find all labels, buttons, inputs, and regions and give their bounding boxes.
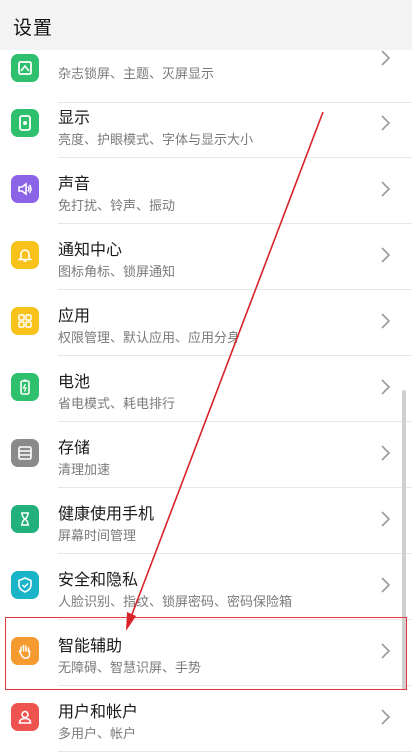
settings-item-users-accounts[interactable]: 用户和帐户 多用户、帐户 bbox=[0, 686, 412, 752]
bell-icon bbox=[11, 241, 39, 269]
settings-item-apps[interactable]: 应用 权限管理、默认应用、应用分身 bbox=[0, 290, 412, 356]
apps-icon bbox=[11, 307, 39, 335]
settings-item-title: 存储 bbox=[58, 438, 91, 457]
app-header: 设置 bbox=[0, 0, 412, 50]
settings-item-subtitle: 省电模式、耗电排行 bbox=[58, 397, 176, 412]
hourglass-icon bbox=[11, 505, 39, 533]
chevron-right-icon bbox=[381, 577, 391, 593]
settings-item-subtitle: 亮度、护眼模式、字体与显示大小 bbox=[58, 133, 254, 148]
settings-item-storage[interactable]: 存储 清理加速 bbox=[0, 422, 412, 488]
battery-icon bbox=[11, 373, 39, 401]
storage-icon bbox=[11, 439, 39, 467]
settings-item-subtitle: 杂志锁屏、主题、灭屏显示 bbox=[58, 67, 215, 82]
chevron-right-icon bbox=[381, 643, 391, 659]
theme-icon bbox=[11, 54, 39, 82]
chevron-right-icon bbox=[381, 181, 391, 197]
chevron-right-icon bbox=[381, 50, 391, 66]
settings-item-title: 显示 bbox=[58, 108, 91, 127]
settings-item-subtitle: 权限管理、默认应用、应用分身 bbox=[58, 331, 241, 346]
settings-item-title: 通知中心 bbox=[58, 240, 123, 259]
settings-item-title: 健康使用手机 bbox=[58, 504, 155, 523]
settings-item-subtitle: 清理加速 bbox=[58, 463, 111, 478]
shield-icon bbox=[11, 571, 39, 599]
settings-item-title: 声音 bbox=[58, 174, 91, 193]
divider bbox=[58, 751, 412, 752]
page-title: 设置 bbox=[13, 17, 54, 39]
settings-item-subtitle: 无障碍、智慧识屏、手势 bbox=[58, 661, 202, 676]
chevron-right-icon bbox=[381, 445, 391, 461]
settings-item-security[interactable]: 安全和隐私 人脸识别、指纹、锁屏密码、密码保险箱 bbox=[0, 554, 412, 620]
chevron-right-icon bbox=[381, 115, 391, 131]
settings-item-notifications[interactable]: 通知中心 图标角标、锁屏通知 bbox=[0, 224, 412, 290]
settings-item-title: 电池 bbox=[58, 372, 91, 391]
settings-list: 杂志锁屏、主题、灭屏显示 显示 亮度、护眼模式、字体与显示大小 声音 免打扰、铃… bbox=[0, 0, 412, 754]
settings-item-battery[interactable]: 电池 省电模式、耗电排行 bbox=[0, 356, 412, 422]
settings-item-title: 用户和帐户 bbox=[58, 702, 139, 721]
settings-item-title: 安全和隐私 bbox=[58, 570, 139, 589]
settings-item-subtitle: 免打扰、铃声、振动 bbox=[58, 199, 176, 214]
settings-item-subtitle: 屏幕时间管理 bbox=[58, 529, 137, 544]
chevron-right-icon bbox=[381, 313, 391, 329]
chevron-right-icon bbox=[381, 247, 391, 263]
chevron-right-icon bbox=[381, 511, 391, 527]
settings-item-display[interactable]: 显示 亮度、护眼模式、字体与显示大小 bbox=[0, 92, 412, 158]
sound-icon bbox=[11, 175, 39, 203]
user-icon bbox=[11, 703, 39, 731]
settings-item-title: 智能辅助 bbox=[58, 636, 123, 655]
settings-item-subtitle: 图标角标、锁屏通知 bbox=[58, 265, 176, 280]
chevron-right-icon bbox=[381, 379, 391, 395]
settings-item-title: 应用 bbox=[58, 306, 91, 325]
settings-item-subtitle: 人脸识别、指纹、锁屏密码、密码保险箱 bbox=[58, 595, 293, 610]
hand-icon bbox=[11, 637, 39, 665]
display-icon bbox=[11, 109, 39, 137]
chevron-right-icon bbox=[381, 709, 391, 725]
settings-item-digital-balance[interactable]: 健康使用手机 屏幕时间管理 bbox=[0, 488, 412, 554]
settings-item-smart-assistance[interactable]: 智能辅助 无障碍、智慧识屏、手势 bbox=[0, 620, 412, 686]
settings-item-sound[interactable]: 声音 免打扰、铃声、振动 bbox=[0, 158, 412, 224]
settings-item-subtitle: 多用户、帐户 bbox=[58, 727, 137, 742]
scrollbar[interactable] bbox=[402, 390, 406, 690]
